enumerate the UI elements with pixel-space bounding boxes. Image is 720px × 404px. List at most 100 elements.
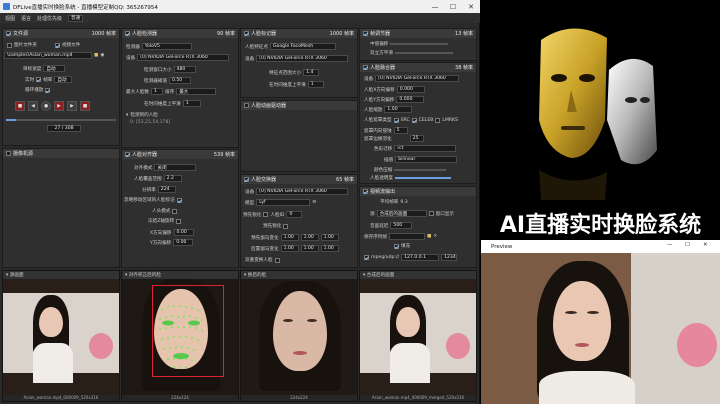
max-faces-input[interactable]: 1 xyxy=(150,88,163,95)
gamma-g-input[interactable]: 1.00 xyxy=(300,234,319,241)
folder-open-icon[interactable]: ■ xyxy=(427,234,431,239)
sort-select[interactable]: 最大 xyxy=(176,88,217,95)
mask-celeb-checkbox[interactable] xyxy=(411,117,417,123)
face-detector-toggle[interactable] xyxy=(125,31,130,36)
downscale-slider[interactable] xyxy=(394,52,453,54)
target-width-input[interactable]: 自动 xyxy=(43,65,66,72)
realtime-checkbox[interactable] xyxy=(36,77,42,82)
marker-device-select[interactable]: [0] NVIDIA GeForce RTX 3060 xyxy=(256,55,349,62)
camera-source-toggle[interactable] xyxy=(6,151,11,156)
face-id-input[interactable]: 0 xyxy=(286,211,303,218)
frame-adjuster-toggle[interactable] xyxy=(363,31,368,36)
mask-src-checkbox[interactable] xyxy=(393,117,399,123)
stop-button[interactable]: ■ xyxy=(15,101,25,111)
marker-smooth-input[interactable]: 1 xyxy=(307,81,324,88)
fps-input[interactable]: 自动 xyxy=(54,76,73,83)
mpeg-port-input[interactable]: 1234 xyxy=(441,254,458,261)
next-frame-button[interactable]: ▶ xyxy=(67,101,77,111)
x-offset-input[interactable]: 0.00 xyxy=(173,229,194,236)
resolution-input[interactable]: 224 xyxy=(157,186,176,193)
merger-device-select[interactable]: [0] NVIDIA GeForce RTX 3060 xyxy=(375,75,460,82)
delay-input[interactable]: 500 xyxy=(390,222,413,229)
chevron-down-icon[interactable]: ▾ xyxy=(126,113,128,118)
preview-window: Preview — ☐ ✕ xyxy=(481,240,720,404)
morph-checkbox[interactable] xyxy=(263,212,269,217)
end-button[interactable]: ■ xyxy=(80,101,90,111)
menu-priority[interactable]: 处理优先级 xyxy=(37,15,62,22)
merger-scale-input[interactable]: 1.00 xyxy=(384,106,413,113)
fill-checkbox[interactable] xyxy=(394,243,399,249)
file-source-toggle[interactable] xyxy=(6,31,11,36)
face-marker-toggle[interactable] xyxy=(244,31,249,36)
stream-output-toggle[interactable] xyxy=(363,189,368,194)
close-icon[interactable]: ✕ xyxy=(433,234,437,239)
eye-icon[interactable]: ◉ xyxy=(100,53,104,58)
mpeg-host-input[interactable]: 127.0.0.1 xyxy=(401,254,440,261)
post-gamma-g-input[interactable]: 1.00 xyxy=(300,245,319,252)
interpolation-select[interactable]: bilinear xyxy=(395,156,458,163)
video-file-radio[interactable] xyxy=(54,42,60,48)
prev-frame-button[interactable]: ◀ xyxy=(28,101,38,111)
chevron-down-icon[interactable]: ▾ xyxy=(244,273,246,278)
preview-minimize-button[interactable]: — xyxy=(667,242,673,248)
window-size-input[interactable]: 480 xyxy=(173,66,196,73)
marker-select[interactable]: Google FaceMesh xyxy=(269,43,336,50)
opacity-slider[interactable] xyxy=(394,177,451,179)
minimize-button[interactable]: — xyxy=(426,0,444,13)
blur-input[interactable]: 25 xyxy=(409,135,424,142)
range-input[interactable]: 1.4 xyxy=(303,69,320,76)
mid-shift-slider[interactable] xyxy=(390,43,449,45)
mask-lmrks-checkbox[interactable] xyxy=(435,117,441,123)
two-pass-checkbox[interactable] xyxy=(274,257,280,263)
close-button[interactable]: ✕ xyxy=(462,0,480,13)
priority-select[interactable]: 普通 xyxy=(68,14,84,22)
merger-x-offset-input[interactable]: 0.000 xyxy=(396,86,425,93)
color-transfer-select[interactable]: rct xyxy=(394,145,457,152)
gear-icon[interactable]: ⚙ xyxy=(312,200,316,205)
file-path-input[interactable]: \samples\Asian_woman.mp4 xyxy=(4,52,92,59)
gamma-r-input[interactable]: 1.00 xyxy=(280,234,299,241)
output-source-select[interactable]: 合成后的画面 xyxy=(376,210,427,217)
post-gamma-b-input[interactable]: 1.00 xyxy=(320,245,339,252)
chevron-down-icon[interactable]: ▾ xyxy=(363,273,365,278)
menu-language[interactable]: 语言 xyxy=(21,15,31,22)
time-smooth-input[interactable]: 1 xyxy=(182,100,201,107)
frame-counter[interactable]: 27 / 308 xyxy=(47,125,81,132)
face-merger-toggle[interactable] xyxy=(363,65,368,70)
presharp-checkbox[interactable] xyxy=(283,223,289,229)
erode-input[interactable]: 5 xyxy=(393,127,408,134)
chevron-down-icon[interactable]: ▾ xyxy=(6,273,8,278)
face-animator-toggle[interactable] xyxy=(244,103,249,108)
face-aligner-toggle[interactable] xyxy=(125,152,130,157)
folder-icon[interactable]: ■ xyxy=(94,53,98,58)
play-button[interactable]: ▶ xyxy=(54,101,64,111)
exclude-moving-checkbox[interactable] xyxy=(176,197,182,203)
face-swapper-toggle[interactable] xyxy=(244,177,249,182)
window-checkbox[interactable] xyxy=(428,211,434,216)
save-path-input[interactable] xyxy=(388,233,425,240)
align-mode-select[interactable]: 关闭 xyxy=(154,164,197,171)
post-gamma-r-input[interactable]: 1.00 xyxy=(280,245,299,252)
image-folder-radio[interactable] xyxy=(7,42,12,48)
timeline-slider[interactable] xyxy=(6,119,116,121)
record-button[interactable]: ● xyxy=(41,101,51,111)
menu-view[interactable]: 视图 xyxy=(5,15,15,22)
chevron-down-icon[interactable]: ▾ xyxy=(125,273,127,278)
preview-close-button[interactable]: ✕ xyxy=(703,242,708,248)
gamma-b-input[interactable]: 1.00 xyxy=(320,234,339,241)
preview-maximize-button[interactable]: ☐ xyxy=(685,242,690,248)
detector-device-select[interactable]: [0] NVIDIA GeForce RTX 3060 xyxy=(137,54,230,61)
mpeg-checkbox[interactable] xyxy=(364,255,369,260)
detector-select[interactable]: YoloV5 xyxy=(141,43,192,50)
color-compress-slider[interactable] xyxy=(394,169,447,171)
swapper-device-select[interactable]: [0] NVIDIA GeForce RTX 3060 xyxy=(256,188,349,195)
y-offset-input[interactable]: 0.00 xyxy=(173,239,194,246)
head-mode-checkbox[interactable] xyxy=(172,208,178,214)
merger-y-offset-input[interactable]: 0.000 xyxy=(396,96,425,103)
freeze-z-checkbox[interactable] xyxy=(176,218,182,224)
coverage-input[interactable]: 2.2 xyxy=(163,175,182,182)
threshold-input[interactable]: 0.50 xyxy=(168,77,191,84)
maximize-button[interactable]: ☐ xyxy=(444,0,462,13)
loop-checkbox[interactable] xyxy=(45,87,51,93)
model-select[interactable]: Lyf xyxy=(256,199,311,206)
